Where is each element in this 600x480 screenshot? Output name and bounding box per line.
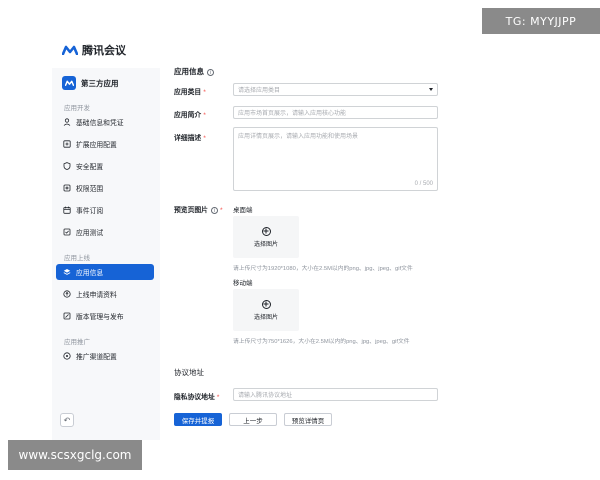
app-frame: 腾讯会议 第三方应用 应用开发 基础信息和凭证 扩展应用配置 安全配置 权限范围 xyxy=(52,36,544,440)
sidebar-item-app-info[interactable]: 应用信息 xyxy=(56,264,154,280)
key-icon xyxy=(63,184,71,192)
sidebar-item-extension[interactable]: 扩展应用配置 xyxy=(56,136,154,152)
collapse-sidebar-button[interactable]: ↶ xyxy=(60,413,74,427)
category-label: 应用类目 * xyxy=(174,89,206,96)
intro-label: 应用简介 * xyxy=(174,112,206,119)
sidebar-item-label: 事件订阅 xyxy=(76,208,104,215)
undo-arrow-icon: ↶ xyxy=(63,415,71,425)
char-counter: 0 / 500 xyxy=(414,181,433,187)
desktop-upload-button[interactable]: 选择图片 xyxy=(233,216,299,258)
upload-label: 选择图片 xyxy=(253,314,278,321)
category-select[interactable]: 请选择应用类目 xyxy=(233,83,438,96)
detail-textarea[interactable]: 应用详情页展示，请输入应用功能和使用场景 0 / 500 xyxy=(233,127,438,191)
sidebar-item-testing[interactable]: 应用测试 xyxy=(56,224,154,240)
intro-input[interactable]: 应用市场首页展示，请输入应用核心功能 xyxy=(233,106,438,119)
sidebar-item-label: 安全配置 xyxy=(76,164,104,171)
group-title-promotion: 应用推广 xyxy=(64,339,90,346)
prev-step-button[interactable]: 上一步 xyxy=(229,413,277,426)
upload-label: 选择图片 xyxy=(253,241,278,248)
sidebar-item-basic-info[interactable]: 基础信息和凭证 xyxy=(56,114,154,130)
save-submit-button[interactable]: 保存并提报 xyxy=(174,413,222,426)
desktop-upload-hint: 请上传尺寸为1920*1080，大小在2.5M以内的png、jpg、jpeg、g… xyxy=(233,266,413,272)
desktop-label: 桌面端 xyxy=(233,207,253,214)
app-stack-icon xyxy=(63,269,71,275)
app-logo-icon xyxy=(62,76,76,90)
sidebar-item-launch-materials[interactable]: 上线申请资料 xyxy=(56,286,154,302)
info-icon[interactable]: i xyxy=(210,206,218,214)
brand[interactable]: 腾讯会议 xyxy=(62,42,126,58)
upload-icon xyxy=(63,290,71,298)
mobile-upload-button[interactable]: 选择图片 xyxy=(233,289,299,331)
mobile-upload-hint: 请上传尺寸为750*1626，大小在2.5M以内的png、jpg、jpeg、gi… xyxy=(233,339,410,345)
sidebar-item-security[interactable]: 安全配置 xyxy=(56,158,154,174)
group-title-launch: 应用上线 xyxy=(64,255,90,262)
mobile-label: 移动端 xyxy=(233,280,253,287)
info-icon[interactable]: i xyxy=(207,68,214,76)
sidebar-item-events[interactable]: 事件订阅 xyxy=(56,202,154,218)
detail-label: 详细描述 * xyxy=(174,135,206,142)
sidebar-item-label: 权限范围 xyxy=(76,186,104,193)
privacy-label: 隐私协议地址 * xyxy=(174,394,220,401)
sidebar-item-label: 应用测试 xyxy=(76,230,104,237)
sidebar: 第三方应用 应用开发 基础信息和凭证 扩展应用配置 安全配置 权限范围 事件订阅… xyxy=(52,68,160,440)
person-icon xyxy=(63,118,71,126)
test-icon xyxy=(63,228,71,236)
watermark-bottom-left: www.scsxgclg.com xyxy=(8,440,142,470)
sidebar-item-label: 上线申请资料 xyxy=(76,292,117,299)
calendar-icon xyxy=(63,206,71,214)
app-header[interactable]: 第三方应用 xyxy=(62,76,119,90)
sidebar-item-permissions[interactable]: 权限范围 xyxy=(56,180,154,196)
sidebar-item-label: 推广渠道配置 xyxy=(76,354,117,361)
app-title: 第三方应用 xyxy=(81,78,119,88)
shield-icon xyxy=(63,162,71,170)
sidebar-item-channels[interactable]: 推广渠道配置 xyxy=(56,348,154,364)
group-title-dev: 应用开发 xyxy=(64,105,90,112)
sidebar-item-label: 扩展应用配置 xyxy=(76,142,117,149)
sidebar-item-label: 应用信息 xyxy=(76,270,104,277)
preview-images-label: 预览页图片 i * xyxy=(174,206,223,214)
privacy-url-input[interactable]: 请输入腾讯协议地址 xyxy=(233,388,438,401)
section-title-protocol: 协议地址 xyxy=(174,368,204,377)
plus-circle-icon xyxy=(261,226,271,236)
sidebar-item-label: 版本管理与发布 xyxy=(76,314,124,321)
extension-icon xyxy=(63,140,71,148)
preview-detail-button[interactable]: 预览详情页 xyxy=(284,413,332,426)
sidebar-item-versions[interactable]: 版本管理与发布 xyxy=(56,308,154,324)
watermark-top-right: TG: MYYJJPP xyxy=(482,8,600,34)
main-content: 应用信息 i 应用类目 * 请选择应用类目 应用简介 * 应用市场首页展示，请输入应用… xyxy=(170,62,544,440)
promote-icon xyxy=(63,352,71,360)
brand-name: 腾讯会议 xyxy=(82,45,126,57)
plus-circle-icon xyxy=(261,299,271,309)
chevron-down-icon xyxy=(429,88,433,91)
version-icon xyxy=(63,312,71,320)
section-title-app-info: 应用信息 i xyxy=(174,66,214,77)
sidebar-item-label: 基础信息和凭证 xyxy=(76,120,124,127)
tencent-meeting-logo-icon xyxy=(62,45,78,55)
